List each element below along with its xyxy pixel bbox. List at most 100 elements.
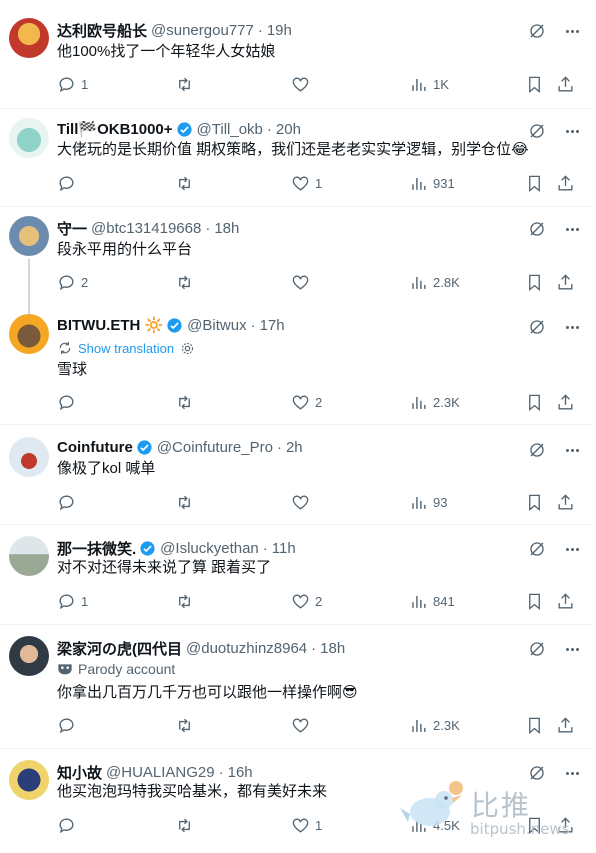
timestamp[interactable]: 19h	[267, 22, 292, 39]
reply-button[interactable]	[57, 716, 81, 735]
reply-button[interactable]	[57, 174, 81, 193]
avatar[interactable]	[9, 118, 49, 158]
bookmark-button[interactable]	[525, 592, 544, 611]
views-button[interactable]: 841	[409, 592, 455, 611]
bookmark-button[interactable]	[525, 75, 544, 94]
views-button[interactable]: 2.8K	[409, 273, 460, 292]
avatar[interactable]	[9, 437, 49, 477]
timestamp[interactable]: 11h	[272, 540, 296, 557]
show-translation-link[interactable]: Show translation	[57, 340, 195, 356]
author-name[interactable]: Coinfuture	[57, 439, 133, 456]
share-button[interactable]	[556, 75, 575, 94]
grok-icon[interactable]	[528, 540, 546, 558]
tweet-4[interactable]: Coinfuture @Coinfuture_Pro · 2h 像极了kol 喊…	[0, 425, 592, 525]
bookmark-button[interactable]	[525, 716, 544, 735]
bookmark-button[interactable]	[525, 174, 544, 193]
author-name[interactable]: Till🏁OKB1000+	[57, 120, 173, 138]
grok-icon[interactable]	[528, 441, 546, 459]
reply-button[interactable]: 1	[57, 592, 88, 611]
tweet-3[interactable]: BITWU.ETH 🔆 @Bitwux · 17h Show translati…	[0, 305, 592, 425]
reply-button[interactable]	[57, 393, 81, 412]
views-button[interactable]: 1K	[409, 75, 449, 94]
more-options-button[interactable]	[562, 122, 582, 140]
bookmark-button[interactable]	[525, 273, 544, 292]
views-button[interactable]: 93	[409, 493, 447, 512]
retweet-button[interactable]	[175, 393, 199, 412]
author-handle[interactable]: @Coinfuture_Pro	[157, 439, 273, 456]
author-handle[interactable]: @sunergou777	[151, 22, 254, 39]
tweet-1[interactable]: Till🏁OKB1000+ @Till_okb · 20h 大佬玩的是长期价值 …	[0, 109, 592, 207]
reply-button[interactable]: 1	[57, 75, 88, 94]
timestamp[interactable]: 2h	[286, 439, 303, 456]
grok-icon[interactable]	[528, 22, 546, 40]
settings-icon[interactable]	[180, 341, 195, 356]
more-options-button[interactable]	[562, 318, 582, 336]
reply-button[interactable]	[57, 493, 81, 512]
grok-icon[interactable]	[528, 220, 546, 238]
more-options-button[interactable]	[562, 640, 582, 658]
grok-icon[interactable]	[528, 318, 546, 336]
author-handle[interactable]: @Isluckyethan	[160, 540, 259, 557]
author-name[interactable]: 达利欧号船长	[57, 20, 147, 41]
views-button[interactable]: 2.3K	[409, 716, 460, 735]
author-name[interactable]: 知小故	[57, 762, 102, 783]
bookmark-button[interactable]	[525, 493, 544, 512]
like-button[interactable]	[291, 273, 315, 292]
like-button[interactable]: 1	[291, 816, 322, 835]
tweet-6[interactable]: 梁家河の虎(四代目 @duotuzhinz8964 · 18h Parody a…	[0, 625, 592, 749]
author-handle[interactable]: @Till_okb	[197, 121, 263, 138]
author-name[interactable]: BITWU.ETH 🔆	[57, 316, 163, 334]
grok-icon[interactable]	[528, 640, 546, 658]
share-button[interactable]	[556, 393, 575, 412]
retweet-button[interactable]	[175, 493, 199, 512]
avatar[interactable]	[9, 216, 49, 256]
bookmark-button[interactable]	[525, 393, 544, 412]
tweet-0[interactable]: 达利欧号船长 @sunergou777 · 19h 他100%找了一个年轻华人女…	[0, 0, 592, 109]
views-button[interactable]: 931	[409, 174, 455, 193]
share-button[interactable]	[556, 174, 575, 193]
more-options-button[interactable]	[562, 540, 582, 558]
like-button[interactable]: 2	[291, 393, 322, 412]
tweet-5[interactable]: 那一抹微笑. @Isluckyethan · 11h 对不对还得未来说了算 跟着…	[0, 525, 592, 625]
retweet-button[interactable]	[175, 592, 199, 611]
retweet-button[interactable]	[175, 816, 199, 835]
more-options-button[interactable]	[562, 220, 582, 238]
avatar[interactable]	[9, 536, 49, 576]
reply-button[interactable]: 2	[57, 273, 88, 292]
reply-button[interactable]	[57, 816, 81, 835]
retweet-button[interactable]	[175, 174, 199, 193]
retweet-button[interactable]	[175, 273, 199, 292]
share-button[interactable]	[556, 716, 575, 735]
author-name[interactable]: 梁家河の虎(四代目	[57, 638, 182, 659]
share-button[interactable]	[556, 592, 575, 611]
author-handle[interactable]: @Bitwux	[187, 317, 246, 334]
retweet-button[interactable]	[175, 716, 199, 735]
grok-icon[interactable]	[528, 122, 546, 140]
retweet-button[interactable]	[175, 75, 199, 94]
author-handle[interactable]: @HUALIANG29	[106, 764, 215, 781]
timestamp[interactable]: 20h	[276, 121, 301, 138]
timestamp[interactable]: 18h	[214, 220, 239, 237]
timestamp[interactable]: 18h	[320, 640, 345, 657]
like-button[interactable]: 2	[291, 592, 322, 611]
avatar[interactable]	[9, 314, 49, 354]
tweet-2[interactable]: 守一 @btc131419668 · 18h 段永平用的什么平台 2 2.8K	[0, 207, 592, 315]
like-button[interactable]	[291, 493, 315, 512]
more-options-button[interactable]	[562, 22, 582, 40]
share-button[interactable]	[556, 493, 575, 512]
views-button[interactable]: 2.3K	[409, 393, 460, 412]
like-button[interactable]	[291, 75, 315, 94]
author-name[interactable]: 守一	[57, 218, 87, 239]
avatar[interactable]	[9, 636, 49, 676]
avatar[interactable]	[9, 760, 49, 800]
timestamp[interactable]: 16h	[228, 764, 253, 781]
more-options-button[interactable]	[562, 441, 582, 459]
timestamp[interactable]: 17h	[260, 317, 285, 334]
author-handle[interactable]: @btc131419668	[91, 220, 201, 237]
like-button[interactable]	[291, 716, 315, 735]
author-name[interactable]: 那一抹微笑.	[57, 538, 136, 559]
author-handle[interactable]: @duotuzhinz8964	[186, 640, 307, 657]
avatar[interactable]	[9, 18, 49, 58]
like-button[interactable]: 1	[291, 174, 322, 193]
share-button[interactable]	[556, 273, 575, 292]
